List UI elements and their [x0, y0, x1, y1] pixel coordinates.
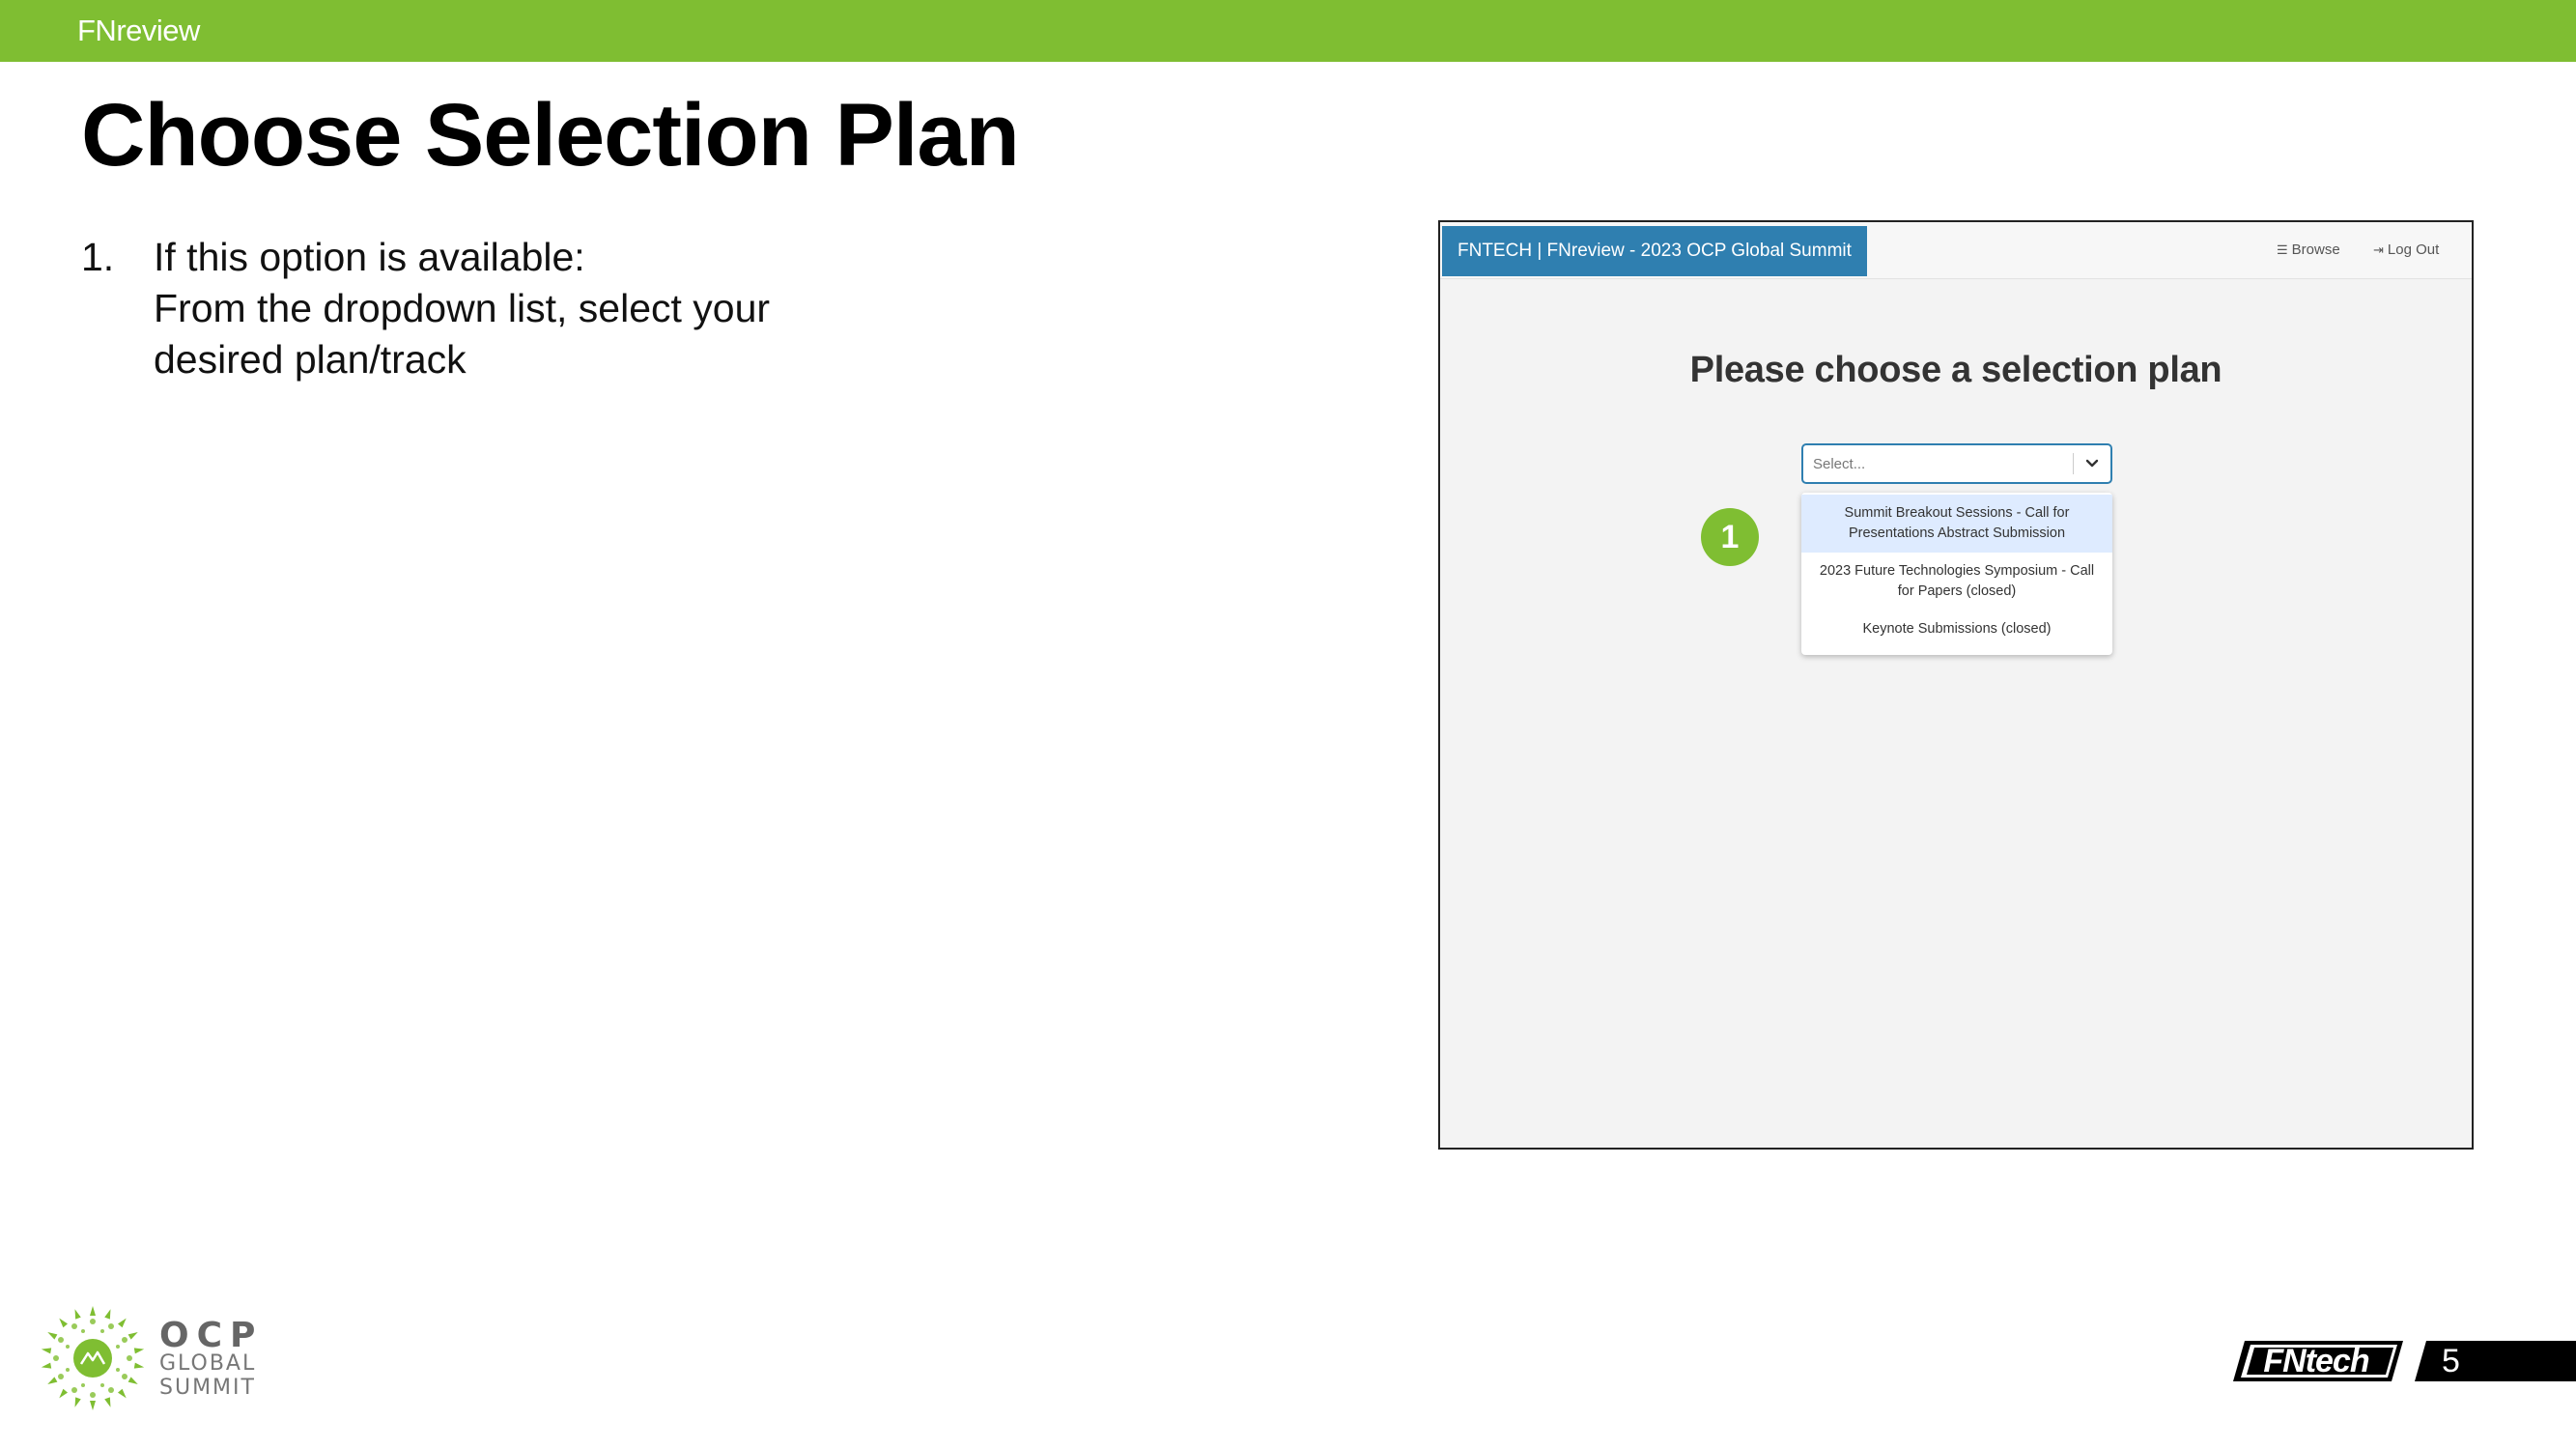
instruction-line: If this option is available: [154, 235, 585, 279]
option-line: 2023 Future Technologies Symposium - Cal… [1819, 563, 2095, 579]
app-screenshot: FNTECH | FNreview - 2023 OCP Global Summ… [1438, 220, 2474, 1150]
option-line: Presentations Abstract Submission [1848, 526, 2066, 541]
list-icon: ☰ [2277, 242, 2288, 257]
dropdown-menu: Summit Breakout Sessions - Call for Pres… [1801, 493, 2112, 655]
option-line: Keynote Submissions (closed) [1862, 621, 2052, 637]
logout-link[interactable]: ⇥ Log Out [2373, 242, 2439, 258]
selection-plan-dropdown[interactable]: Select... [1801, 443, 2112, 484]
selection-heading: Please choose a selection plan [1689, 350, 2222, 390]
top-bar: FNreview [0, 0, 2576, 62]
dropdown-option[interactable]: Summit Breakout Sessions - Call for Pres… [1801, 495, 2112, 553]
dropdown-option[interactable]: Keynote Submissions (closed) [1801, 611, 2112, 649]
instruction-line: From the dropdown list, select your [154, 286, 771, 330]
ocp-logo-line: GLOBAL [159, 1351, 257, 1376]
browse-link-label: Browse [2291, 242, 2340, 258]
chevron-down-icon[interactable] [2083, 452, 2101, 475]
logout-icon: ⇥ [2373, 242, 2384, 257]
instruction-text: If this option is available: From the dr… [154, 232, 926, 385]
step-badge: 1 [1701, 508, 1759, 566]
logout-link-label: Log Out [2387, 242, 2440, 258]
svg-text:FNtech: FNtech [2263, 1343, 2368, 1379]
page-number-box [2415, 1341, 2576, 1381]
browse-link[interactable]: ☰ Browse [2277, 242, 2340, 258]
top-bar-title: FNreview [77, 14, 200, 47]
option-line: Summit Breakout Sessions - Call for [1844, 505, 2070, 521]
page-title: Choose Selection Plan [81, 86, 1020, 185]
dropdown-option[interactable]: 2023 Future Technologies Symposium - Cal… [1801, 553, 2112, 611]
app-brand[interactable]: FNTECH | FNreview - 2023 OCP Global Summ… [1442, 226, 1867, 276]
instruction-number: 1. [81, 235, 115, 279]
page-number: 5 [2442, 1343, 2460, 1379]
ocp-logo-word: OCP [159, 1316, 264, 1355]
instruction-line: desired plan/track [154, 337, 467, 382]
fntech-logo: FNtech [2233, 1341, 2403, 1381]
option-line: for Papers (closed) [1897, 583, 2017, 599]
app-navbar: FNTECH | FNreview - 2023 OCP Global Summ… [1440, 222, 2472, 279]
dropdown-placeholder: Select... [1813, 456, 1866, 472]
dropdown-separator [2073, 453, 2074, 474]
ocp-logo-line: SUMMIT [159, 1376, 256, 1400]
